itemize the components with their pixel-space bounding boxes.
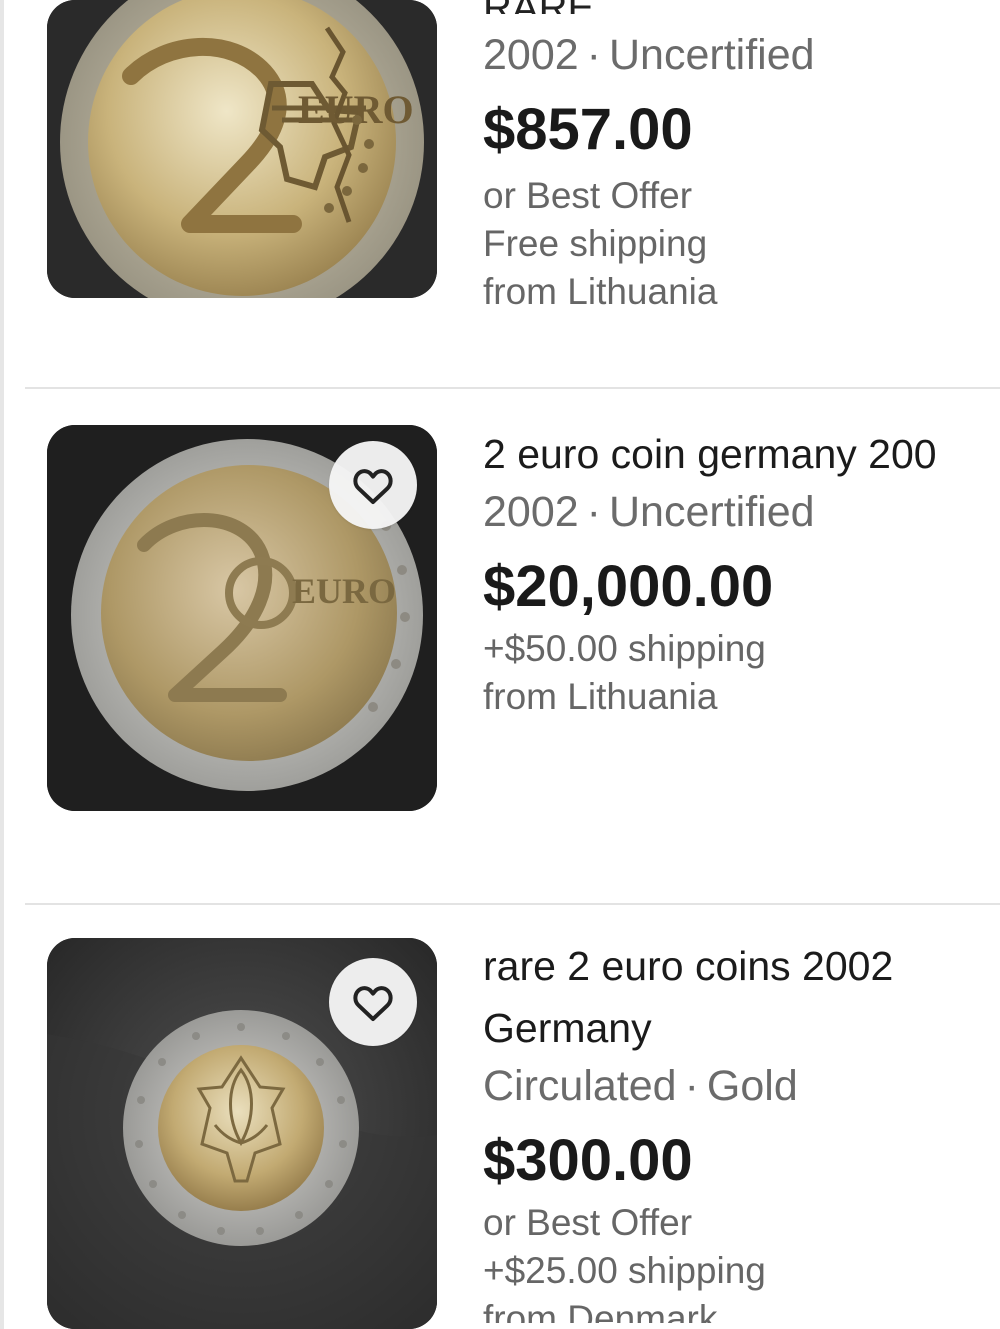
listing-price: $857.00 [483,97,693,162]
meta-separator: · [586,31,601,79]
shipping-text: Free shipping [483,223,708,264]
coin-image[interactable]: EURO [47,425,437,811]
origin-text: from Denmark [483,1298,718,1323]
listing-meta: 2002 · Uncertified [483,485,1000,539]
shipping-text: +$25.00 shipping [483,1250,766,1291]
divider-1 [25,387,1000,389]
listing-1[interactable]: EURO RARE 2002·Uncertified $857.00 or Be… [0,0,1000,387]
listing-material: Gold [706,1062,798,1110]
shipping-text: +$50.00 shipping [483,628,766,669]
divider-2 [25,903,1000,905]
listing-meta: 2002 · Uncertified [483,28,1000,82]
favorite-button[interactable] [329,441,417,529]
svg-text:EURO: EURO [292,571,396,611]
heart-icon [353,469,393,504]
meta-separator: · [684,1062,699,1110]
listing-3[interactable]: rare 2 euro coins 2002 Germany Circulate… [0,938,1000,1329]
listing-condition: Circulated [483,1062,677,1110]
meta-separator: · [586,488,601,536]
best-offer-text: or Best Offer [483,175,693,216]
listing-title[interactable]: RARE [483,0,1000,14]
listing-certification: Uncertified [609,31,815,79]
listing-title-line-1[interactable]: rare 2 euro coins 2002 [483,935,1000,997]
listing-certification: Uncertified [609,488,815,536]
listing-title[interactable]: 2 euro coin germany 200 [483,423,1000,485]
listing-title-line-2[interactable]: Germany [483,997,1000,1059]
heart-icon [353,986,393,1021]
origin-text: from Lithuania [483,271,718,312]
listing-price: $300.00 [483,1128,693,1193]
coin-image-graphic: EURO [47,0,437,298]
coin-image[interactable]: EURO [47,0,437,298]
listing-meta: Circulated · Gold [483,1059,1000,1113]
listing-price: $20,000.00 [483,554,774,619]
origin-text: from Lithuania [483,676,718,717]
listing-year: 2002 [483,31,579,79]
coin-image[interactable] [47,938,437,1329]
best-offer-text: or Best Offer [483,1202,693,1243]
favorite-button[interactable] [329,958,417,1046]
listing-2[interactable]: EURO 2 euro coin germany 200 2002 · Uncert… [0,425,1000,905]
svg-text:EURO: EURO [298,87,414,132]
listing-year: 2002 [483,488,579,536]
